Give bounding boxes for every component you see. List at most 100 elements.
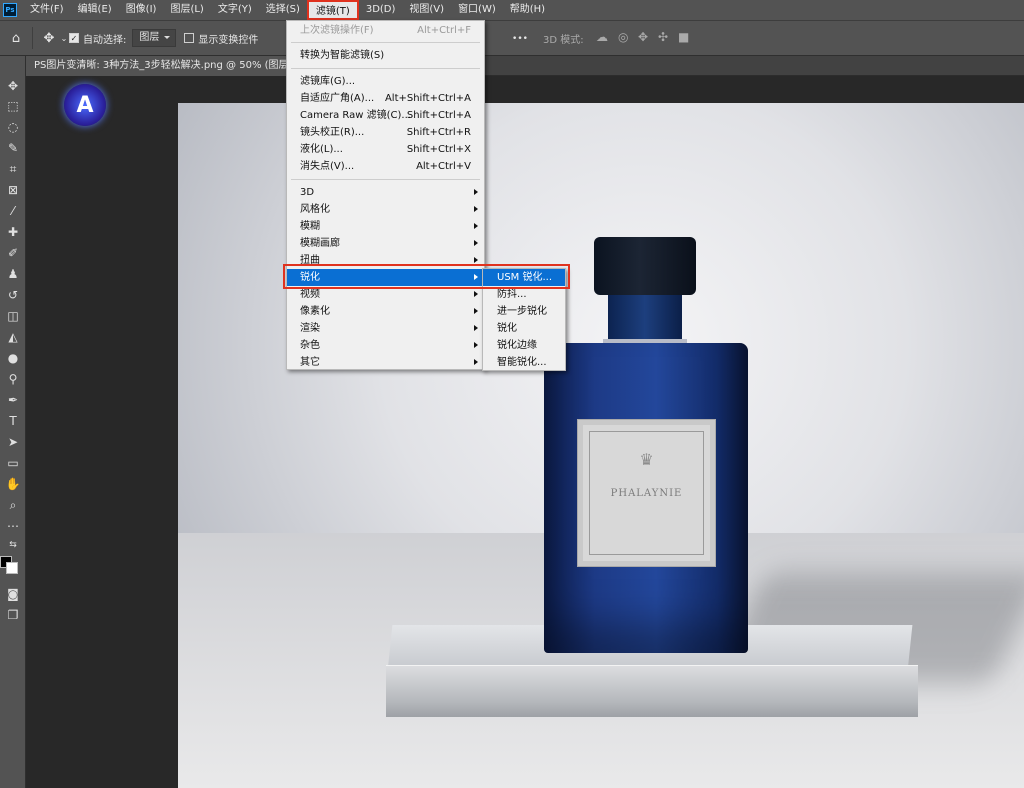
menu-layer[interactable]: 图层(L)	[163, 0, 210, 20]
menu-3d[interactable]: 3D	[287, 184, 484, 201]
menu-lens-correction[interactable]: 镜头校正(R)... Shift+Ctrl+R	[287, 124, 484, 141]
submenu-arrow-icon	[474, 240, 478, 246]
swap-colors-icon[interactable]: ⇆	[0, 535, 26, 555]
watermark-logo: A	[64, 84, 106, 126]
submenu-arrow-icon	[474, 359, 478, 365]
submenu-sharpen[interactable]: 锐化	[483, 320, 565, 337]
menu-filter[interactable]: 滤镜(T)	[306, 0, 359, 20]
home-icon[interactable]: ⌂	[6, 28, 26, 48]
slide-3d-icon[interactable]: ✣	[658, 30, 668, 44]
photoshop-logo-icon: Ps	[3, 3, 17, 17]
menu-item-label: 像素化	[300, 306, 330, 317]
menu-distort[interactable]: 扭曲	[287, 252, 484, 269]
menu-blur[interactable]: 模糊	[287, 218, 484, 235]
crop-tool-icon[interactable]: ⌗	[0, 159, 26, 179]
menu-file[interactable]: 文件(F)	[23, 0, 71, 20]
quick-mask-icon[interactable]: ◙	[0, 584, 26, 604]
eraser-tool-icon[interactable]: ◫	[0, 306, 26, 326]
pen-tool-icon[interactable]: ✒	[0, 390, 26, 410]
menu-window[interactable]: 窗口(W)	[451, 0, 503, 20]
menu-stylize[interactable]: 风格化	[287, 201, 484, 218]
zoom-tool-icon[interactable]: ⌕	[0, 495, 26, 515]
menu-separator	[291, 42, 480, 43]
options-bar: ⌂ ✥ ⌄ ✓ 自动选择: 图层 显示变换控件 ••• 3D 模式: ☁ ◎ ✥…	[0, 20, 1024, 56]
menu-render[interactable]: 渲染	[287, 320, 484, 337]
bottle-neck	[608, 295, 682, 340]
quick-select-tool-icon[interactable]: ✎	[0, 138, 26, 158]
submenu-arrow-icon	[474, 274, 478, 280]
brush-tool-icon[interactable]: ✐	[0, 243, 26, 263]
menu-sharpen[interactable]: 锐化	[287, 269, 484, 286]
submenu-arrow-icon	[474, 206, 478, 212]
menu-item-label: 液化(L)...	[300, 144, 343, 155]
menu-item-label: 模糊画廊	[300, 238, 340, 249]
submenu-sharpen-more[interactable]: 进一步锐化	[483, 303, 565, 320]
menu-view[interactable]: 视图(V)	[402, 0, 451, 20]
menu-other[interactable]: 其它	[287, 354, 484, 371]
chevron-down-icon[interactable]: ⌄	[59, 28, 69, 48]
show-transform-checkbox[interactable]: 显示变换控件	[184, 31, 258, 46]
screen-mode-icon[interactable]: ❐	[0, 605, 26, 625]
auto-select-target-dropdown[interactable]: 图层	[132, 29, 177, 47]
menu-noise[interactable]: 杂色	[287, 337, 484, 354]
menu-video[interactable]: 视频	[287, 286, 484, 303]
hand-tool-icon[interactable]: ✋	[0, 474, 26, 494]
submenu-smart-sharpen[interactable]: 智能锐化...	[483, 354, 565, 371]
filter-menu-dropdown: 上次滤镜操作(F) Alt+Ctrl+F 转换为智能滤镜(S) 滤镜库(G)..…	[286, 20, 485, 370]
menu-vanishing-point[interactable]: 消失点(V)... Alt+Ctrl+V	[287, 158, 484, 175]
blur-tool-icon[interactable]: ●	[0, 348, 26, 368]
auto-select-label: 自动选择:	[83, 34, 127, 46]
dodge-tool-icon[interactable]: ⚲	[0, 369, 26, 389]
history-brush-tool-icon[interactable]: ↺	[0, 285, 26, 305]
menu-item-label: 视频	[300, 289, 320, 300]
paint-bucket-tool-icon[interactable]: ◭	[0, 327, 26, 347]
eyedropper-tool-icon[interactable]: ⁄	[0, 201, 26, 221]
move-tool-icon[interactable]: ✥	[39, 28, 59, 48]
marquee-tool-icon[interactable]: ⬚	[0, 96, 26, 116]
background-color-swatch[interactable]	[6, 562, 18, 574]
video-3d-icon[interactable]: ■	[678, 30, 689, 44]
menu-pixelate[interactable]: 像素化	[287, 303, 484, 320]
menu-adaptive-wide-angle[interactable]: 自适应广角(A)... Alt+Shift+Ctrl+A	[287, 90, 484, 107]
type-tool-icon[interactable]: T	[0, 411, 26, 431]
bottle-collar	[603, 339, 687, 343]
move-tool-icon[interactable]: ✥	[0, 76, 26, 96]
orbit-3d-icon[interactable]: ☁	[596, 30, 608, 44]
menu-camera-raw[interactable]: Camera Raw 滤镜(C)... Shift+Ctrl+A	[287, 107, 484, 124]
menu-type[interactable]: 文字(Y)	[211, 0, 259, 20]
menu-edit[interactable]: 编辑(E)	[71, 0, 119, 20]
tools-panel: ✥ ⬚ ◌ ✎ ⌗ ⊠ ⁄ ✚ ✐ ♟ ↺ ◫ ◭ ● ⚲ ✒ T ➤ ▭ ✋ …	[0, 56, 26, 788]
clone-stamp-tool-icon[interactable]: ♟	[0, 264, 26, 284]
more-tools-icon[interactable]: ⋯	[0, 516, 26, 536]
submenu-arrow-icon	[474, 291, 478, 297]
roll-3d-icon[interactable]: ◎	[618, 30, 628, 44]
submenu-sharpen-edges[interactable]: 锐化边缘	[483, 337, 565, 354]
menu-image[interactable]: 图像(I)	[119, 0, 164, 20]
show-transform-label: 显示变换控件	[198, 34, 259, 46]
menu-item-label: 扭曲	[300, 255, 320, 266]
menu-liquify[interactable]: 液化(L)... Shift+Ctrl+X	[287, 141, 484, 158]
mode-3d-label: 3D 模式:	[543, 35, 584, 46]
bottle-label: ♛ PHALAYNIE	[578, 420, 715, 566]
menu-item-shortcut: Shift+Ctrl+R	[406, 127, 471, 138]
healing-brush-tool-icon[interactable]: ✚	[0, 222, 26, 242]
auto-select-checkbox[interactable]: ✓ 自动选择:	[69, 31, 126, 46]
more-options-icon[interactable]: •••	[510, 29, 530, 49]
submenu-shake-reduction[interactable]: 防抖...	[483, 286, 565, 303]
pan-3d-icon[interactable]: ✥	[638, 30, 648, 44]
path-select-tool-icon[interactable]: ➤	[0, 432, 26, 452]
menu-blur-gallery[interactable]: 模糊画廊	[287, 235, 484, 252]
menu-select[interactable]: 选择(S)	[259, 0, 307, 20]
divider	[32, 27, 33, 49]
lasso-tool-icon[interactable]: ◌	[0, 117, 26, 137]
menu-last-filter[interactable]: 上次滤镜操作(F) Alt+Ctrl+F	[287, 22, 484, 39]
menu-help[interactable]: 帮助(H)	[503, 0, 552, 20]
menu-item-label: 3D	[300, 187, 315, 198]
document-tab[interactable]: PS图片变清晰: 3种方法_3步轻松解决.png @ 50% (图层	[26, 56, 288, 76]
menu-3d[interactable]: 3D(D)	[359, 0, 403, 20]
menu-filter-gallery[interactable]: 滤镜库(G)...	[287, 73, 484, 90]
menu-convert-smart-filter[interactable]: 转换为智能滤镜(S)	[287, 47, 484, 64]
shape-tool-icon[interactable]: ▭	[0, 453, 26, 473]
frame-tool-icon[interactable]: ⊠	[0, 180, 26, 200]
submenu-unsharp-mask[interactable]: USM 锐化...	[483, 269, 565, 286]
